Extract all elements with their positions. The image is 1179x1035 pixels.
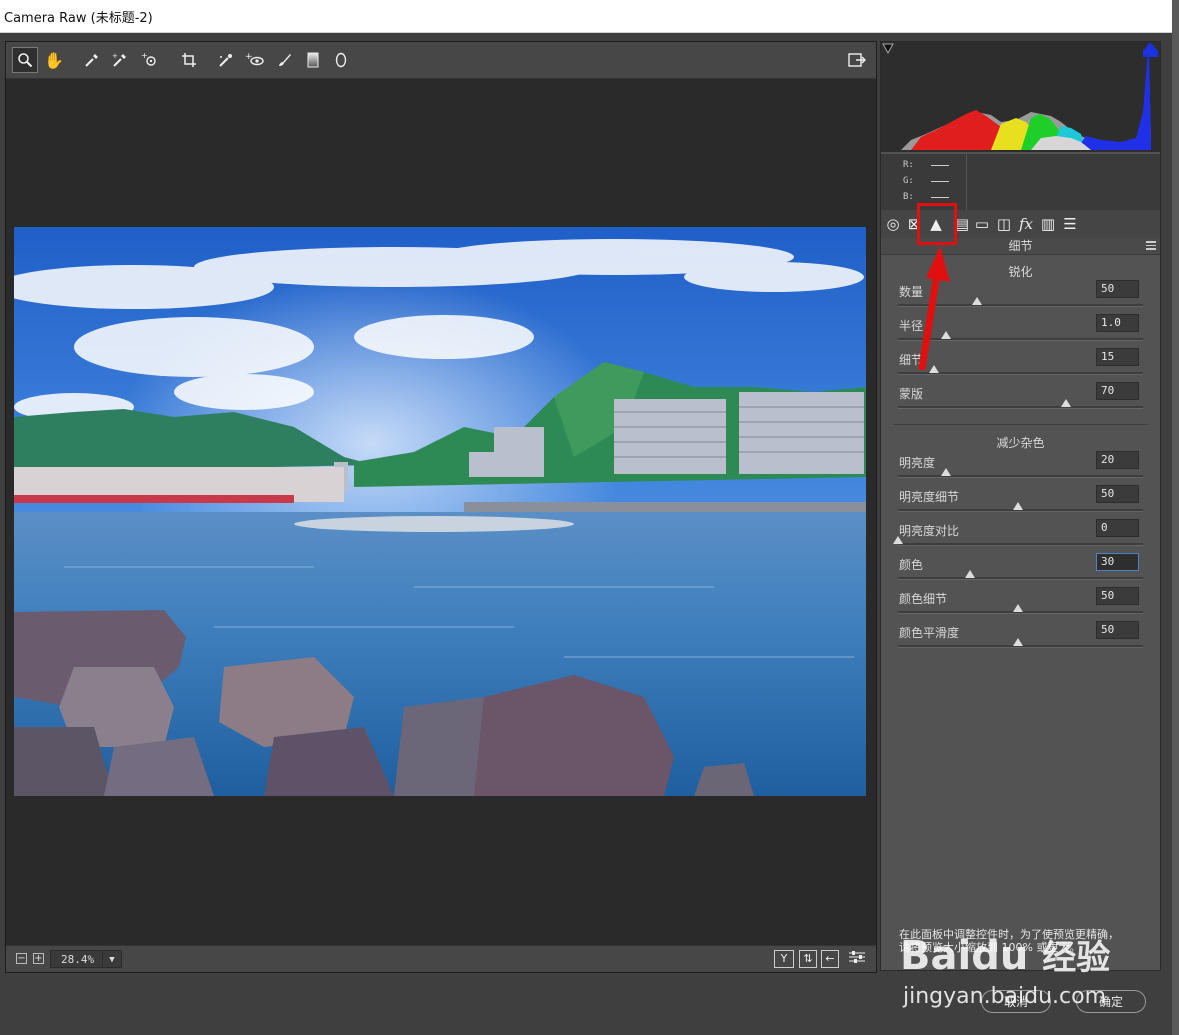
rgb-readout: R: G: B:	[881, 154, 1160, 210]
crop-tool-icon[interactable]	[176, 47, 202, 73]
window-titlebar: Camera Raw (未标题-2)	[0, 0, 1172, 33]
slider-label: 明亮度细节	[899, 490, 960, 504]
tool-bar: ✋ + + +	[6, 42, 876, 79]
copy-settings-icon[interactable]: ←	[821, 950, 839, 968]
divider	[966, 154, 967, 210]
preview-panel: ✋ + + + − + 28.4% ▼ Y ⇅ ←	[5, 41, 877, 973]
slider-label: 明亮度	[899, 456, 936, 470]
slider-thumb[interactable]	[965, 570, 975, 578]
spot-removal-tool-icon[interactable]	[213, 47, 239, 73]
annotation-arrow-icon	[918, 246, 950, 370]
red-eye-tool-icon[interactable]: +	[242, 47, 268, 73]
b-value	[931, 197, 949, 198]
watermark-brand-mark: du	[971, 933, 1029, 979]
svg-text:+: +	[112, 52, 118, 60]
baidu-watermark: Baidu 经验	[900, 930, 1110, 979]
g-value	[931, 181, 949, 182]
open-preferences-icon[interactable]	[844, 47, 870, 73]
radial-filter-icon[interactable]	[328, 47, 354, 73]
white-balance-tool-icon[interactable]	[79, 47, 105, 73]
slider-track[interactable]	[898, 543, 1143, 546]
slider-thumb[interactable]	[1013, 604, 1023, 612]
panel-menu-icon[interactable]	[1146, 241, 1156, 250]
targeted-adjustment-tool-icon[interactable]: +	[137, 47, 163, 73]
divider	[893, 424, 1148, 425]
slider-value-input[interactable]: 50	[1096, 280, 1139, 298]
tab-basic-icon[interactable]: ◎	[884, 215, 902, 233]
photo-preview[interactable]	[14, 227, 866, 796]
slider-value-input[interactable]: 15	[1096, 348, 1139, 366]
tab-effects-icon[interactable]: fx	[1017, 215, 1035, 233]
window-title: Camera Raw (未标题-2)	[4, 11, 153, 26]
slider-value-input[interactable]: 50	[1096, 621, 1139, 639]
zoom-out-button[interactable]: −	[16, 953, 27, 964]
watermark-jingyan: 经验	[1042, 938, 1111, 978]
section-title: 细节	[1008, 239, 1033, 253]
b-label: B:	[903, 192, 914, 202]
slider-label: 颜色平滑度	[899, 626, 960, 640]
slider-value-input[interactable]: 20	[1096, 451, 1139, 469]
noise-reduction-title: 减少杂色	[996, 436, 1045, 450]
histogram	[881, 42, 1160, 152]
highlight-box	[917, 203, 957, 245]
slider-track[interactable]	[898, 577, 1143, 580]
g-label: G:	[903, 176, 914, 186]
swap-icon[interactable]: ⇅	[799, 950, 817, 968]
scrollbar[interactable]	[1172, 0, 1179, 1035]
slider-label: 颜色细节	[899, 592, 948, 606]
slider-value-input[interactable]: 50	[1096, 587, 1139, 605]
slider-thumb[interactable]	[1061, 399, 1071, 407]
slider-label: 明亮度对比	[899, 524, 960, 538]
slider-label: 颜色	[899, 558, 924, 572]
color-sampler-tool-icon[interactable]: +	[107, 47, 133, 73]
slider-thumb[interactable]	[941, 468, 951, 476]
r-label: R:	[903, 160, 914, 170]
slider-value-input[interactable]: 50	[1096, 485, 1139, 503]
slider-thumb[interactable]	[893, 536, 903, 544]
graduated-filter-icon[interactable]	[300, 47, 326, 73]
zoom-level-value: 28.4%	[61, 953, 95, 966]
adjustment-brush-icon[interactable]	[272, 47, 298, 73]
slider-value-input[interactable]: 1.0	[1096, 314, 1139, 332]
hand-tool-icon[interactable]: ✋	[41, 47, 67, 73]
tab-calibration-icon[interactable]: ▥	[1039, 215, 1057, 233]
zoom-in-button[interactable]: +	[33, 953, 44, 964]
svg-text:+: +	[141, 52, 148, 60]
slider-track[interactable]	[898, 406, 1143, 409]
slider-thumb[interactable]	[1013, 638, 1023, 646]
adjustment-panel: R: G: B: ◎ ⊠ ▲ ▤ ▭ ◫ fx ▥ ☰ 细节 锐化 减少杂色 在…	[880, 41, 1161, 971]
slider-value-input[interactable]: 30	[1096, 553, 1139, 571]
tab-split-toning-icon[interactable]: ▭	[973, 215, 991, 233]
slider-label: 蒙版	[899, 387, 924, 401]
tab-lens-corrections-icon[interactable]: ◫	[995, 215, 1013, 233]
watermark-url: jingyan.baidu.com	[903, 984, 1107, 1009]
watermark-brand: Bai	[900, 933, 972, 979]
before-after-y-button[interactable]: Y	[774, 950, 794, 968]
bottom-bar: − + 28.4% ▼ Y ⇅ ←	[6, 945, 876, 972]
r-value	[931, 165, 949, 166]
tab-presets-icon[interactable]: ☰	[1061, 215, 1079, 233]
zoom-tool-icon[interactable]	[12, 47, 38, 73]
slider-thumb[interactable]	[1013, 502, 1023, 510]
slider-track[interactable]	[898, 475, 1143, 478]
chevron-down-icon[interactable]: ▼	[102, 951, 121, 967]
slider-value-input[interactable]: 70	[1096, 382, 1139, 400]
slider-thumb[interactable]	[972, 297, 983, 305]
preview-settings-icon[interactable]	[846, 950, 868, 968]
zoom-level-select[interactable]: 28.4% ▼	[50, 950, 122, 968]
slider-value-input[interactable]: 0	[1096, 519, 1139, 537]
